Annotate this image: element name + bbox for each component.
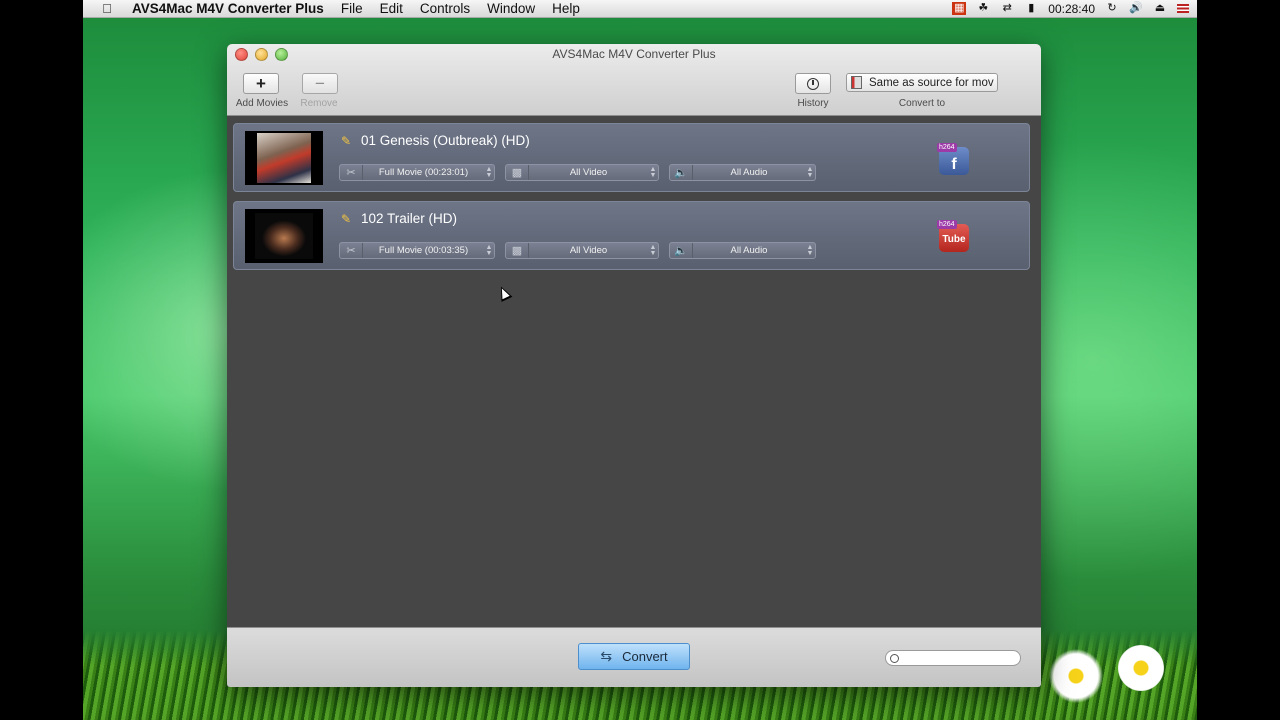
duration-select[interactable]: ✂ Full Movie (00:23:01) ▲ ▼ — [339, 164, 495, 181]
duration-select[interactable]: ✂ Full Movie (00:03:35) ▲ ▼ — [339, 242, 495, 259]
evernote-icon[interactable]: ☘ — [976, 2, 990, 15]
film-icon: ▩ — [506, 243, 529, 258]
updown-arrows-icon: ▲ ▼ — [649, 165, 657, 179]
window-title: AVS4Mac M4V Converter Plus — [552, 47, 716, 61]
record-icon[interactable]: ▦ — [952, 2, 967, 15]
sync-icon[interactable]: ⇄ — [1000, 2, 1014, 15]
search-field[interactable] — [885, 650, 1021, 666]
clock-icon — [807, 77, 819, 90]
history-label: History — [797, 98, 829, 109]
speaker-icon: 🔈 — [670, 243, 693, 258]
convert-to-label: Convert to — [898, 98, 946, 109]
video-track-select[interactable]: ▩ All Video ▲ ▼ — [505, 164, 659, 181]
audio-track-value: All Audio — [730, 245, 768, 256]
flag-us-icon[interactable] — [1177, 4, 1189, 13]
film-icon: ▩ — [506, 165, 529, 180]
h264-badge: h264 — [937, 143, 957, 152]
history-button[interactable] — [795, 73, 831, 94]
add-movies-button[interactable]: + — [243, 73, 279, 94]
audio-track-value: All Audio — [730, 167, 768, 178]
menu-help[interactable]: Help — [552, 1, 580, 16]
menu-clock[interactable]: 00:28:40 — [1048, 2, 1095, 16]
scissors-icon: ✂ — [340, 165, 363, 180]
menu-controls[interactable]: Controls — [420, 1, 470, 16]
daisy-decoration — [1048, 648, 1104, 704]
movie-thumbnail — [245, 209, 323, 263]
format-value: Same as source for mov — [869, 76, 994, 89]
daisy-decoration — [1118, 645, 1164, 691]
scissors-icon: ✂ — [340, 243, 363, 258]
convert-arrows-icon: ⇆ — [600, 648, 613, 664]
menu-bar:  AVS4Mac M4V Converter Plus File Edit C… — [83, 0, 1197, 18]
updown-arrows-icon: ▲ ▼ — [649, 243, 657, 257]
audio-track-select[interactable]: 🔈 All Audio ▲ ▼ — [669, 242, 816, 259]
video-track-select[interactable]: ▩ All Video ▲ ▼ — [505, 242, 659, 259]
bottom-bar: ⇆ Convert — [227, 627, 1041, 687]
eject-icon[interactable]: ⏏ — [1153, 2, 1167, 15]
movie-thumbnail — [245, 131, 323, 185]
add-movies-label: Add Movies — [235, 98, 289, 109]
convert-button[interactable]: ⇆ Convert — [578, 643, 690, 670]
minus-icon: − — [315, 74, 325, 93]
video-track-value: All Video — [569, 167, 608, 178]
duration-value: Full Movie (00:23:01) — [378, 167, 469, 178]
output-profile-youtube[interactable]: Tube h264 — [937, 220, 971, 252]
pencil-icon[interactable]: ✎ — [341, 213, 354, 226]
convert-to-format-button[interactable]: Same as source for mov — [846, 73, 998, 92]
time-machine-icon[interactable]: ↻ — [1105, 2, 1119, 15]
movie-list: ✎ 01 Genesis (Outbreak) (HD) ✂ Full Movi… — [227, 116, 1041, 627]
apple-icon[interactable]:  — [99, 1, 115, 16]
updown-arrows-icon: ▲ ▼ — [485, 243, 493, 257]
movie-title[interactable]: 102 Trailer (HD) — [361, 211, 457, 226]
updown-arrows-icon: ▲ ▼ — [806, 165, 814, 179]
updown-arrows-icon: ▲ ▼ — [485, 165, 493, 179]
menu-app-name[interactable]: AVS4Mac M4V Converter Plus — [132, 1, 324, 16]
menu-extras: ▦ ☘ ⇄ ▮ 00:28:40 ↻ 🔊 ⏏ — [952, 2, 1189, 16]
movie-row[interactable]: ✎ 102 Trailer (HD) ✂ Full Movie (00:03:3… — [233, 201, 1030, 270]
video-track-value: All Video — [569, 245, 608, 256]
remove-label: Remove — [300, 98, 338, 109]
volume-icon[interactable]: 🔊 — [1129, 2, 1143, 15]
audio-track-select[interactable]: 🔈 All Audio ▲ ▼ — [669, 164, 816, 181]
movie-title[interactable]: 01 Genesis (Outbreak) (HD) — [361, 133, 530, 148]
h264-badge: h264 — [937, 220, 957, 229]
output-profile-facebook[interactable]: f h264 — [937, 143, 971, 175]
updown-arrows-icon: ▲ ▼ — [806, 243, 814, 257]
convert-label: Convert — [622, 649, 668, 664]
window-titlebar: AVS4Mac M4V Converter Plus + Add Movies … — [227, 44, 1041, 116]
battery-icon[interactable]: ▮ — [1024, 2, 1038, 15]
app-window: AVS4Mac M4V Converter Plus + Add Movies … — [227, 44, 1041, 687]
pencil-icon[interactable]: ✎ — [341, 135, 354, 148]
duration-value: Full Movie (00:03:35) — [378, 245, 469, 256]
remove-button[interactable]: − — [302, 73, 338, 94]
film-format-icon — [851, 76, 862, 89]
menu-edit[interactable]: Edit — [380, 1, 403, 16]
menu-file[interactable]: File — [341, 1, 363, 16]
search-icon — [890, 653, 899, 663]
plus-icon: + — [256, 74, 266, 93]
movie-row[interactable]: ✎ 01 Genesis (Outbreak) (HD) ✂ Full Movi… — [233, 123, 1030, 192]
speaker-icon: 🔈 — [670, 165, 693, 180]
menu-window[interactable]: Window — [487, 1, 535, 16]
